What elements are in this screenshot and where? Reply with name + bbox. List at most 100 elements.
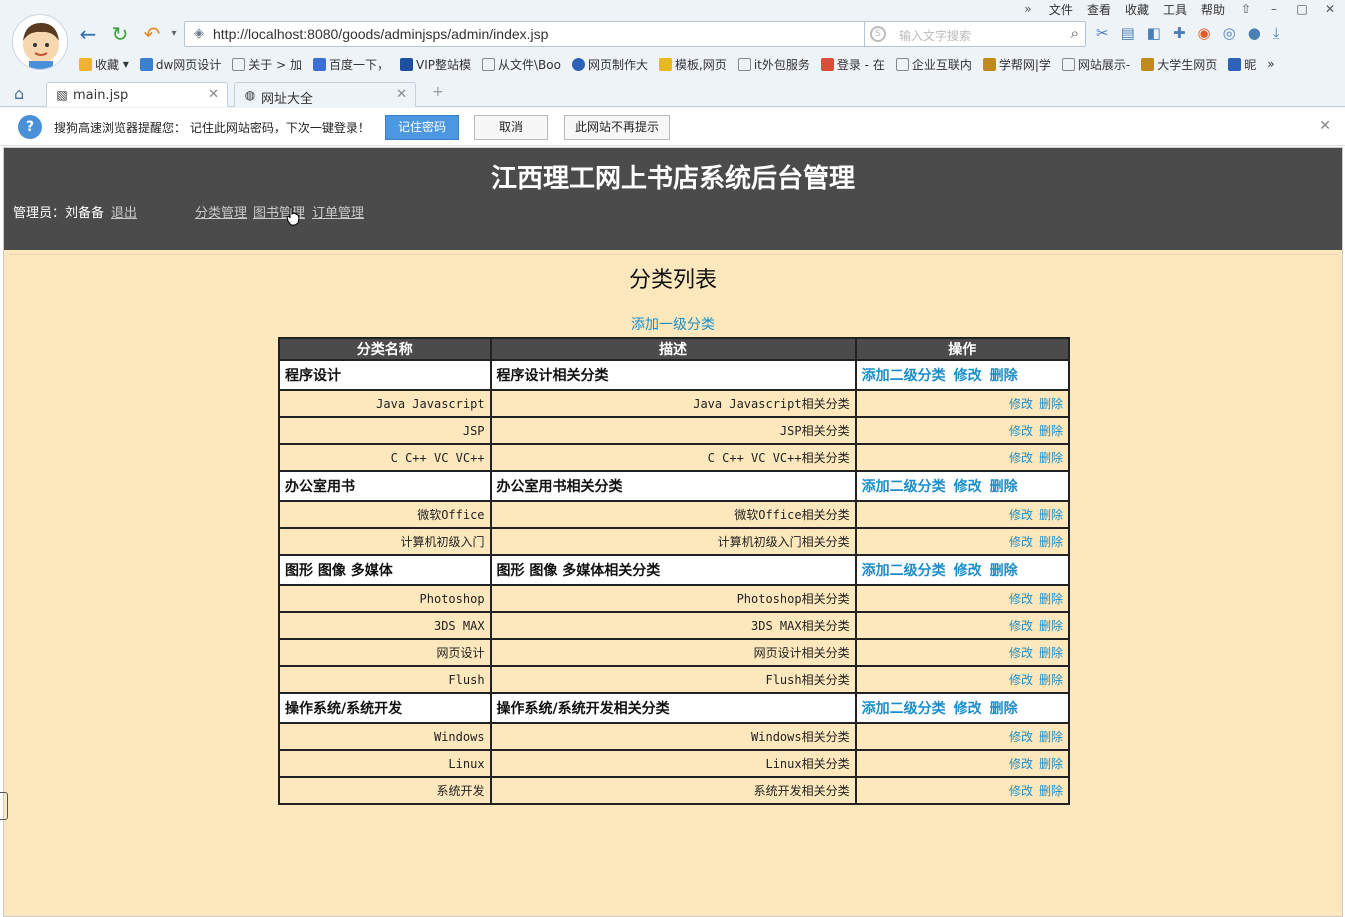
edit-link[interactable]: 修改	[954, 563, 982, 579]
download-icon[interactable]: ⤓	[1273, 24, 1280, 42]
bookmark-item[interactable]: 昵	[1225, 54, 1264, 74]
delete-link[interactable]: 删除	[1039, 592, 1063, 606]
shirt-icon[interactable]: ⇧	[1239, 2, 1253, 16]
address-bar[interactable]: ◈ http://localhost:8080/goods/adminjsps/…	[184, 21, 932, 47]
category-ops: 添加二级分类 修改 删除	[854, 359, 1071, 391]
tab-directory[interactable]: ◍ 网址大全 ✕	[234, 82, 416, 107]
bookmark-item[interactable]: 企业互联内	[893, 54, 980, 74]
menu-file[interactable]: 文件	[1049, 1, 1073, 18]
delete-link[interactable]: 删除	[1039, 784, 1063, 798]
edit-link[interactable]: 修改	[954, 701, 982, 717]
add-subcategory-link[interactable]: 添加二级分类	[862, 368, 946, 384]
undo-icon[interactable]: ↶	[140, 22, 164, 46]
delete-link[interactable]: 删除	[990, 563, 1018, 579]
doc-icon[interactable]: ▤	[1121, 24, 1135, 42]
menu-help[interactable]: 帮助	[1201, 1, 1225, 18]
menu-favorites[interactable]: 收藏	[1125, 1, 1149, 18]
minimize-icon[interactable]: –	[1267, 2, 1281, 16]
edit-link[interactable]: 修改	[1009, 730, 1033, 744]
close-tab-icon[interactable]: ✕	[396, 87, 407, 102]
delete-link[interactable]: 删除	[1039, 535, 1063, 549]
search-icon[interactable]: ⌕	[1071, 24, 1079, 42]
bookmark-item[interactable]: 从文件\Boo	[479, 54, 569, 74]
delete-link[interactable]: 删除	[1039, 508, 1063, 522]
delete-link[interactable]: 删除	[1039, 424, 1063, 438]
delete-link[interactable]: 删除	[1039, 646, 1063, 660]
edit-link[interactable]: 修改	[1009, 619, 1033, 633]
bookmark-item[interactable]: dw网页设计	[137, 54, 229, 74]
edit-link[interactable]: 修改	[1009, 451, 1033, 465]
delete-link[interactable]: 删除	[990, 701, 1018, 717]
chevron-down-icon[interactable]: ▾	[162, 22, 186, 46]
delete-link[interactable]: 删除	[990, 368, 1018, 384]
bookmark-item[interactable]: 登录 - 在	[818, 54, 893, 74]
bookmark-item[interactable]: VIP整站模	[397, 54, 479, 74]
never-remind-button[interactable]: 此网站不再提示	[564, 115, 670, 140]
zoom-icon[interactable]: ◎	[1223, 24, 1236, 42]
nav-category-management[interactable]: 分类管理	[195, 202, 247, 221]
more-bookmarks-icon[interactable]: »	[1264, 54, 1282, 74]
edit-link[interactable]: 修改	[1009, 673, 1033, 687]
bookmark-item[interactable]: 大学生网页	[1138, 54, 1225, 74]
bookmark-item[interactable]: it外包服务	[735, 54, 818, 74]
maximize-icon[interactable]: □	[1295, 2, 1309, 16]
edit-link[interactable]: 修改	[1009, 784, 1033, 798]
new-tab-icon[interactable]: +	[432, 84, 444, 100]
bookmark-item[interactable]: 百度一下，	[310, 54, 397, 74]
menu-view[interactable]: 查看	[1087, 1, 1111, 18]
edit-link[interactable]: 修改	[1009, 592, 1033, 606]
extension-icon[interactable]: ◧	[1147, 24, 1161, 42]
edit-link[interactable]: 修改	[1009, 424, 1033, 438]
home-icon[interactable]: ⌂	[14, 84, 24, 103]
edit-link[interactable]: 修改	[1009, 535, 1033, 549]
scissors-icon[interactable]: ✂	[1096, 24, 1109, 42]
edit-link[interactable]: 修改	[954, 479, 982, 495]
close-notice-icon[interactable]: ✕	[1319, 118, 1331, 134]
bookmark-item[interactable]: 关于 > 加	[229, 54, 310, 74]
edit-link[interactable]: 修改	[1009, 646, 1033, 660]
bookmark-item[interactable]: 模板,网页	[656, 54, 735, 74]
puzzle-icon[interactable]: ✚	[1173, 24, 1186, 42]
back-icon[interactable]: ←	[76, 22, 100, 46]
tab-main-jsp[interactable]: ▧ main.jsp ✕	[46, 82, 228, 107]
subcategory-row: 3DS MAX 3DS MAX相关分类 修改 删除	[278, 611, 1071, 640]
edit-link[interactable]: 修改	[1009, 397, 1033, 411]
edit-link[interactable]: 修改	[1009, 757, 1033, 771]
bookmark-item[interactable]: 网页制作大	[569, 54, 656, 74]
edit-link[interactable]: 修改	[1009, 508, 1033, 522]
edge-handle[interactable]	[0, 792, 8, 820]
delete-link[interactable]: 删除	[1039, 451, 1063, 465]
chat-icon[interactable]: ●	[1248, 24, 1261, 42]
delete-link[interactable]: 删除	[1039, 397, 1063, 411]
subcategory-desc: Flush相关分类	[489, 665, 857, 694]
more-icon[interactable]: »	[1021, 2, 1035, 16]
menu-tools[interactable]: 工具	[1163, 1, 1187, 18]
add-subcategory-link[interactable]: 添加二级分类	[862, 479, 946, 495]
nav-order-management[interactable]: 订单管理	[312, 202, 364, 221]
search-placeholder[interactable]: 输入文字搜索	[899, 27, 971, 44]
bookmark-item[interactable]: 收藏 ▾	[76, 54, 137, 74]
cancel-button[interactable]: 取消	[474, 115, 548, 140]
app-icon[interactable]: ◉	[1198, 24, 1211, 42]
delete-link[interactable]: 删除	[1039, 757, 1063, 771]
close-window-icon[interactable]: ✕	[1323, 2, 1337, 16]
add-subcategory-link[interactable]: 添加二级分类	[862, 563, 946, 579]
bookmark-item[interactable]: 学帮网|学	[980, 54, 1059, 74]
remember-password-button[interactable]: 记住密码	[385, 115, 459, 140]
category-name: 操作系统/系统开发	[278, 692, 492, 724]
delete-link[interactable]: 删除	[1039, 673, 1063, 687]
delete-link[interactable]: 删除	[1039, 730, 1063, 744]
add-subcategory-link[interactable]: 添加二级分类	[862, 701, 946, 717]
logout-link[interactable]: 退出	[111, 202, 137, 221]
add-level1-link[interactable]: 添加一级分类	[4, 314, 1342, 334]
delete-link[interactable]: 删除	[1039, 619, 1063, 633]
url-text[interactable]: http://localhost:8080/goods/adminjsps/ad…	[213, 26, 548, 42]
bookmark-item[interactable]: 网站展示-	[1059, 54, 1138, 74]
delete-link[interactable]: 删除	[990, 479, 1018, 495]
search-box[interactable]: S 输入文字搜索 ⌕	[864, 21, 1086, 47]
close-tab-icon[interactable]: ✕	[208, 87, 219, 102]
edit-link[interactable]: 修改	[954, 368, 982, 384]
user-avatar[interactable]	[12, 14, 68, 70]
page-icon	[895, 57, 909, 71]
refresh-icon[interactable]: ↻	[108, 22, 132, 46]
